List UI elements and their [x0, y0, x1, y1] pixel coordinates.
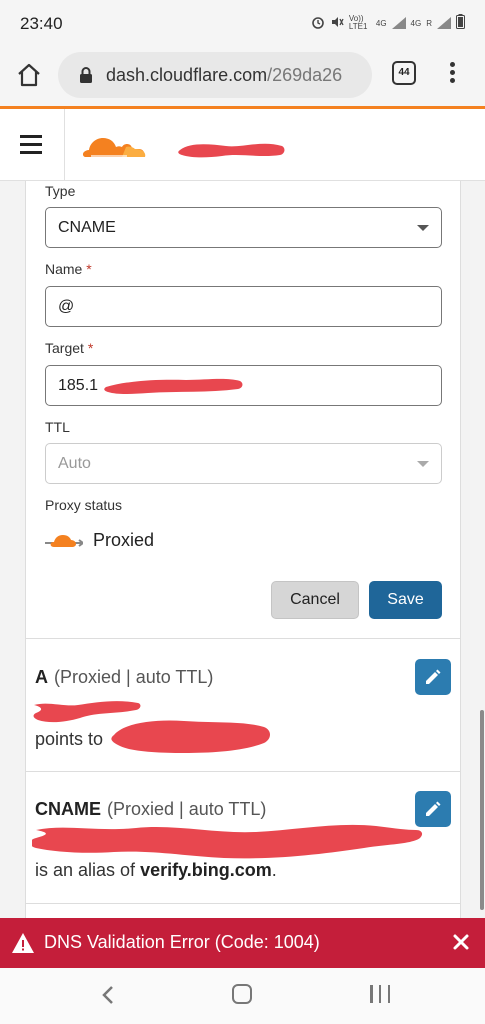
required-mark: * [87, 340, 94, 356]
edit-record-button[interactable] [415, 659, 451, 695]
app-header [0, 109, 485, 181]
url-text: dash.cloudflare.com/269da26 [106, 65, 342, 86]
edit-record-button[interactable] [415, 791, 451, 827]
mute-icon [330, 15, 344, 32]
name-input[interactable]: @ [45, 286, 442, 327]
browser-toolbar: dash.cloudflare.com/269da26 44 [0, 46, 485, 106]
warning-icon [12, 933, 34, 953]
proxy-status-value: Proxied [93, 529, 155, 550]
url-domain: dash.cloudflare.com [106, 65, 268, 85]
record-content: is an alias of verify.bing.com. [35, 860, 277, 881]
redacted-target-value [104, 378, 243, 394]
pencil-icon [426, 669, 441, 684]
redacted-record-name [32, 824, 423, 859]
ttl-select[interactable]: Auto [45, 443, 442, 484]
status-time: 23:40 [20, 14, 63, 33]
ttl-label: TTL [45, 419, 70, 435]
system-navigation-bar [0, 968, 485, 1024]
status-icons: Vo)) LTE1 4G 4G R [311, 14, 465, 32]
chevron-down-icon [417, 225, 429, 231]
target-input-value: 185.1 [58, 377, 99, 394]
cancel-button[interactable]: Cancel [271, 581, 359, 619]
target-label: Target * [45, 340, 93, 356]
name-input-value: @ [58, 298, 75, 315]
address-bar[interactable]: dash.cloudflare.com/269da26 [58, 52, 372, 98]
record-content-prefix: points to [35, 729, 104, 749]
record-content-value: verify.bing.com [140, 860, 272, 880]
scrollbar-thumb[interactable] [480, 710, 484, 910]
battery-icon [456, 14, 465, 32]
home-icon[interactable] [16, 62, 42, 88]
header-divider [64, 109, 65, 181]
redacted-account-name [178, 143, 285, 158]
proxy-status-label: Proxy status [45, 497, 123, 513]
tab-switcher-button[interactable]: 44 [392, 61, 416, 85]
back-icon[interactable] [98, 984, 118, 1006]
dns-record-row[interactable]: A (Proxied | auto TTL) points to [26, 638, 460, 771]
network-4g-label-2: 4G [410, 18, 422, 28]
error-banner: DNS Validation Error (Code: 1004) [0, 918, 485, 968]
target-input[interactable]: 185.1 [45, 365, 442, 406]
main-content: Type CNAME Name * @ Target * 185.1 TTL A… [0, 181, 485, 918]
url-path: /269da26 [267, 65, 343, 85]
target-label-text: Target [45, 340, 84, 356]
dns-record-edit-form: Type CNAME Name * @ Target * 185.1 TTL A… [26, 181, 460, 637]
roaming-label: R [426, 18, 432, 28]
required-mark: * [86, 261, 92, 277]
network-4g-label: 4G [375, 18, 387, 28]
dns-records-card: Type CNAME Name * @ Target * 185.1 TTL A… [25, 181, 461, 918]
proxied-cloud-icon [45, 535, 83, 547]
proxy-status-toggle[interactable]: Proxied [45, 526, 154, 554]
status-bar: 23:40 Vo)) LTE1 4G 4G R [0, 0, 485, 46]
name-label-text: Name [45, 261, 83, 277]
lock-icon [78, 66, 94, 84]
chevron-down-icon [417, 461, 429, 467]
record-content: points to [35, 729, 103, 750]
dns-record-row[interactable] [26, 903, 460, 918]
cloudflare-logo[interactable] [82, 127, 148, 161]
volte-label: Vo)) LTE1 [348, 14, 368, 31]
record-title: A (Proxied | auto TTL) [35, 667, 213, 688]
type-select[interactable]: CNAME [45, 207, 442, 248]
close-icon[interactable] [450, 931, 472, 953]
ttl-select-value: Auto [58, 455, 91, 472]
record-meta: (Proxied | auto TTL) [54, 667, 214, 687]
record-content-suffix: . [271, 860, 277, 880]
signal-icon [437, 17, 451, 29]
dns-record-row[interactable]: CNAME (Proxied | auto TTL) is an alias of… [26, 771, 460, 903]
more-menu-icon[interactable] [444, 62, 460, 88]
redacted-record-value [111, 720, 270, 753]
home-nav-icon[interactable] [232, 984, 252, 1004]
error-message: DNS Validation Error (Code: 1004) [44, 932, 320, 952]
alarm-icon [311, 15, 325, 32]
type-label: Type [45, 183, 76, 199]
type-select-value: CNAME [58, 219, 116, 236]
recent-apps-icon[interactable] [370, 985, 390, 1003]
name-label: Name * [45, 261, 92, 277]
pencil-icon [426, 801, 441, 816]
record-type: A [35, 667, 48, 687]
record-content-prefix: is an alias of [35, 860, 136, 880]
save-button[interactable]: Save [369, 581, 442, 619]
hamburger-menu-icon[interactable] [20, 135, 42, 155]
signal-icon [391, 17, 406, 29]
